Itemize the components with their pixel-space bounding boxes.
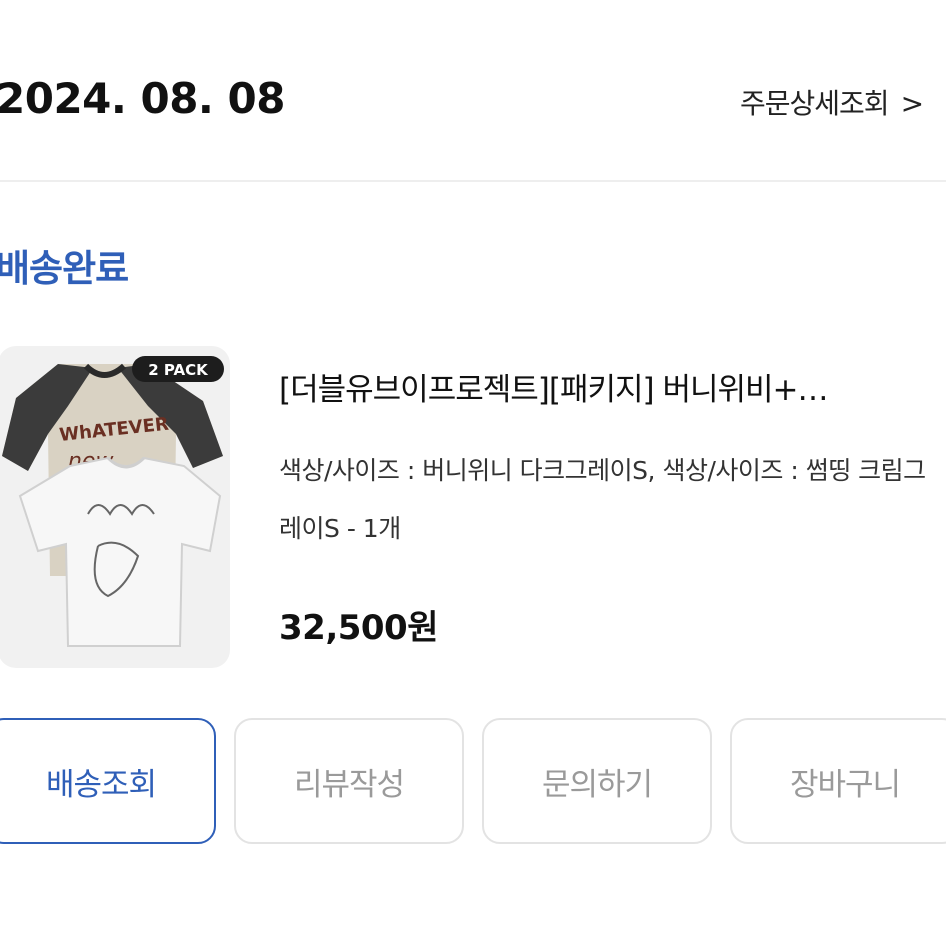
write-review-button[interactable]: 리뷰작성 bbox=[234, 718, 464, 844]
order-card: 2024. 08. 08 주문상세조회 > 배송완료 WhATEVER new 2… bbox=[0, 0, 946, 946]
tshirt-pack-image: WhATEVER new 2 PACK bbox=[2, 356, 224, 647]
track-delivery-button[interactable]: 배송조회 bbox=[0, 718, 216, 844]
product-thumbnail[interactable]: WhATEVER new 2 PACK bbox=[0, 346, 230, 668]
order-header: 2024. 08. 08 주문상세조회 > bbox=[0, 0, 946, 182]
order-date: 2024. 08. 08 bbox=[0, 74, 285, 123]
product-name[interactable]: [더블유브이프로젝트][패키지] 버니위비+… bbox=[279, 364, 829, 409]
add-to-cart-button[interactable]: 장바구니 bbox=[730, 718, 946, 844]
inquiry-button[interactable]: 문의하기 bbox=[482, 718, 712, 844]
pack-badge: 2 PACK bbox=[148, 361, 209, 379]
order-detail-label: 주문상세조회 bbox=[740, 87, 890, 120]
chevron-right-icon: > bbox=[900, 87, 924, 120]
order-detail-link[interactable]: 주문상세조회 > bbox=[740, 82, 924, 122]
delivery-status: 배송완료 bbox=[0, 247, 129, 290]
product-option: 색상/사이즈 : 버니위니 다크그레이S, 색상/사이즈 : 썸띵 크림그레이S… bbox=[279, 456, 926, 543]
product-price: 32,500원 bbox=[279, 608, 438, 648]
